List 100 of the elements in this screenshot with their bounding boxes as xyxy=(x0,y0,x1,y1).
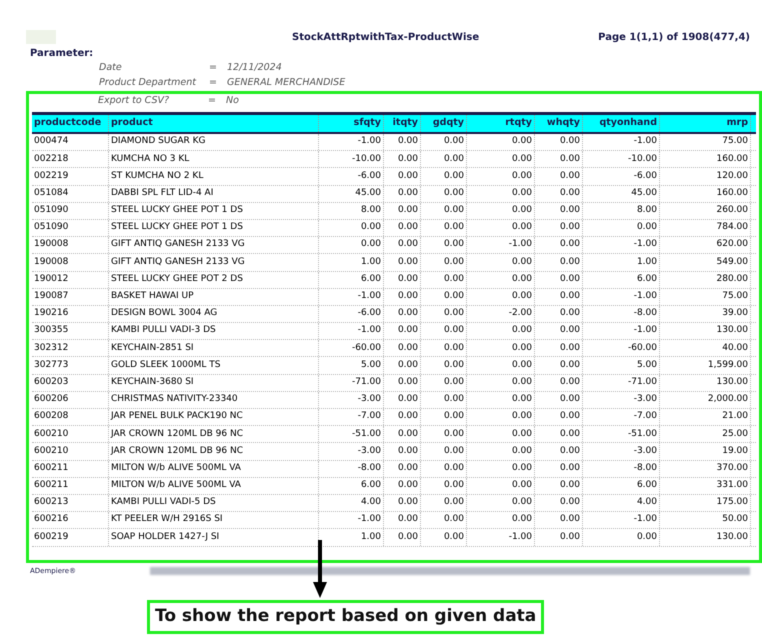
table-cell: 370.00 xyxy=(660,460,751,477)
table-cell: 051090 xyxy=(32,220,109,236)
table-cell: 190216 xyxy=(32,306,109,322)
table-cell: 0.00 xyxy=(467,323,535,340)
table-cell: 190012 xyxy=(32,272,109,288)
table-cell: 0.00 xyxy=(421,374,467,391)
table-cell: 75.00 xyxy=(660,288,751,305)
table-cell: 600211 xyxy=(32,460,109,477)
table-cell: 2,000.00 xyxy=(660,392,751,408)
table-cell: 75.00 xyxy=(660,134,751,150)
table-cell: 0.00 xyxy=(384,460,421,477)
column-header: sfqty xyxy=(319,115,384,132)
table-cell: -1.00 xyxy=(467,237,535,254)
table-cell: 331.00 xyxy=(660,478,751,494)
table-cell: 0.00 xyxy=(384,529,421,546)
table-cell: 0.00 xyxy=(535,151,583,168)
table-cell: 0.00 xyxy=(421,529,467,546)
table-cell: 120.00 xyxy=(660,168,751,185)
table-cell: BASKET HAWAI UP xyxy=(109,288,319,305)
table-cell: 300355 xyxy=(32,323,109,340)
report-title: StockAttRptwithTax-ProductWise xyxy=(292,30,480,44)
table-cell: 0.00 xyxy=(384,220,421,236)
table-cell: 0.00 xyxy=(583,220,660,236)
table-cell: 0.00 xyxy=(421,288,467,305)
column-header: mrp xyxy=(660,115,751,132)
table-cell: 0.00 xyxy=(535,237,583,254)
table-cell: 600213 xyxy=(32,494,109,512)
equals-sign: = xyxy=(208,94,217,108)
table-cell: -1.00 xyxy=(319,323,384,340)
table-cell: -8.00 xyxy=(319,460,384,477)
table-cell: 0.00 xyxy=(421,409,467,426)
table-cell: -10.00 xyxy=(583,151,660,168)
table-cell: STEEL LUCKY GHEE POT 1 DS xyxy=(109,202,319,219)
parameter-value: 12/11/2024 xyxy=(227,61,282,76)
table-cell: 0.00 xyxy=(319,237,384,254)
table-cell: 39.00 xyxy=(660,306,751,322)
table-cell: -2.00 xyxy=(467,306,535,322)
table-cell: 25.00 xyxy=(660,426,751,442)
table-cell: -3.00 xyxy=(583,392,660,408)
table-cell: 0.00 xyxy=(467,409,535,426)
table-cell: 0.00 xyxy=(421,306,467,322)
table-cell: 0.00 xyxy=(467,202,535,219)
table-cell: 0.00 xyxy=(421,443,467,460)
table-cell: 0.00 xyxy=(384,134,421,150)
table-cell: 0.00 xyxy=(384,186,421,202)
table-cell: 0.00 xyxy=(384,392,421,408)
table-cell: 0.00 xyxy=(467,392,535,408)
table-cell: 0.00 xyxy=(384,443,421,460)
table-cell: -1.00 xyxy=(583,134,660,150)
table-cell: 0.00 xyxy=(384,323,421,340)
table-cell: CHRISTMAS NATIVITY-23340 xyxy=(109,392,319,408)
table-cell: 600216 xyxy=(32,512,109,528)
table-cell: 0.00 xyxy=(467,494,535,512)
parameter-value: GENERAL MERCHANDISE xyxy=(227,76,346,90)
table-cell: 130.00 xyxy=(660,323,751,340)
table-cell: -3.00 xyxy=(583,443,660,460)
table-cell: -6.00 xyxy=(319,306,384,322)
table-cell: 0.00 xyxy=(384,426,421,442)
table-cell: 0.00 xyxy=(421,357,467,374)
table-cell: 0.00 xyxy=(421,272,467,288)
parameter-label: Date xyxy=(99,61,123,76)
table-cell: 160.00 xyxy=(660,186,751,202)
table-cell: 1.00 xyxy=(583,254,660,270)
table-cell: 0.00 xyxy=(467,374,535,391)
table-cell: STEEL LUCKY GHEE POT 2 DS xyxy=(109,272,319,288)
table-cell: 8.00 xyxy=(583,202,660,219)
table-cell: 0.00 xyxy=(421,392,467,408)
table-cell: 190008 xyxy=(32,237,109,254)
equals-sign: = xyxy=(209,76,218,90)
table-cell: -8.00 xyxy=(583,460,660,477)
table-cell: 0.00 xyxy=(319,220,384,236)
table-cell: 0.00 xyxy=(535,374,583,391)
table-cell: 0.00 xyxy=(535,168,583,185)
table-cell: 0.00 xyxy=(535,460,583,477)
table-cell: MILTON W/b ALIVE 500ML VA xyxy=(109,478,319,494)
table-cell: ST KUMCHA NO 2 KL xyxy=(109,168,319,185)
table-cell: 0.00 xyxy=(467,357,535,374)
table-cell: 0.00 xyxy=(467,443,535,460)
table-cell: -3.00 xyxy=(319,392,384,408)
table-cell: -8.00 xyxy=(583,306,660,322)
table-cell: 0.00 xyxy=(535,288,583,305)
table-cell: DABBI SPL FLT LID-4 AI xyxy=(109,186,319,202)
column-header: itqty xyxy=(384,115,421,132)
table-cell: 0.00 xyxy=(384,340,421,356)
table-cell: 0.00 xyxy=(421,323,467,340)
table-cell: -60.00 xyxy=(319,340,384,356)
table-cell: 0.00 xyxy=(467,220,535,236)
table-cell: -71.00 xyxy=(319,374,384,391)
table-cell: 190087 xyxy=(32,288,109,305)
table-cell: KUMCHA NO 3 KL xyxy=(109,151,319,168)
table-cell: 0.00 xyxy=(421,168,467,185)
table-cell: 0.00 xyxy=(421,254,467,270)
table-cell: KEYCHAIN-2851 SI xyxy=(109,340,319,356)
table-cell: GIFT ANTIQ GANESH 2133 VG xyxy=(109,237,319,254)
parameter-label: Export to CSV? xyxy=(98,94,170,108)
table-cell: 0.00 xyxy=(421,478,467,494)
table-cell: 130.00 xyxy=(660,529,751,546)
table-cell: 600210 xyxy=(32,426,109,442)
table-cell: 302312 xyxy=(32,340,109,356)
table-cell: 0.00 xyxy=(535,529,583,546)
